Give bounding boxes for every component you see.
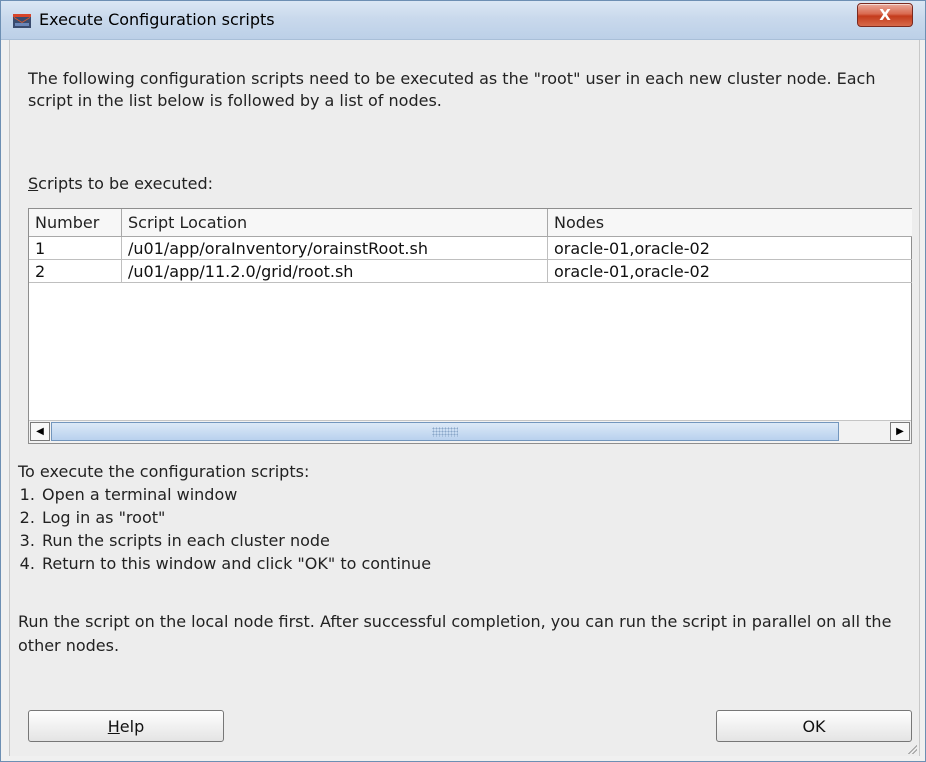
cell-number: 2 (29, 260, 122, 283)
column-header-nodes[interactable]: Nodes (548, 209, 912, 237)
instruction-step: Open a terminal window (40, 483, 898, 506)
instruction-step: Log in as "root" (40, 506, 898, 529)
instructions-steps: Open a terminal window Log in as "root" … (18, 483, 898, 575)
window-title: Execute Configuration scripts (39, 10, 275, 29)
cell-nodes: oracle-01,oracle-02 (548, 237, 912, 260)
instruction-step: Run the scripts in each cluster node (40, 529, 898, 552)
cell-nodes: oracle-01,oracle-02 (548, 260, 912, 283)
help-button[interactable]: Help (28, 710, 224, 742)
arrow-left-icon: ◀ (36, 426, 44, 437)
close-button[interactable]: X (857, 3, 913, 27)
horizontal-scrollbar[interactable]: ◀ ▶ (29, 420, 911, 443)
cell-number: 1 (29, 237, 122, 260)
arrow-right-icon: ▶ (896, 426, 904, 437)
scripts-label-text: cripts to be executed: (38, 174, 214, 193)
scroll-right-button[interactable]: ▶ (890, 422, 910, 441)
dialog-content: The following configuration scripts need… (9, 40, 920, 756)
column-header-number[interactable]: Number (29, 209, 122, 237)
cell-script-location: /u01/app/oraInventory/orainstRoot.sh (122, 237, 548, 260)
ok-button[interactable]: OK (716, 710, 912, 742)
help-button-mnemonic: H (107, 716, 120, 736)
ok-button-label: OK (802, 716, 826, 736)
instruction-step: Return to this window and click "OK" to … (40, 552, 898, 575)
resize-grip-icon[interactable] (907, 744, 917, 754)
title-bar[interactable]: Execute Configuration scripts X (1, 1, 925, 40)
instructions: To execute the configuration scripts: Op… (18, 460, 898, 575)
oracle-installer-icon (13, 13, 31, 28)
scroll-left-button[interactable]: ◀ (30, 422, 50, 441)
scripts-label: Scripts to be executed: (28, 174, 213, 193)
dialog-window: Execute Configuration scripts X The foll… (0, 0, 926, 762)
instructions-heading: To execute the configuration scripts: (18, 462, 310, 481)
table-row[interactable]: 1 /u01/app/oraInventory/orainstRoot.sh o… (29, 237, 912, 260)
scripts-table[interactable]: Number Script Location Nodes 1 /u01/app/… (28, 208, 912, 444)
table-row[interactable]: 2 /u01/app/11.2.0/grid/root.sh oracle-01… (29, 260, 912, 283)
cell-script-location: /u01/app/11.2.0/grid/root.sh (122, 260, 548, 283)
scrollbar-thumb[interactable] (51, 422, 839, 441)
close-icon: X (879, 6, 891, 24)
table-header: Number Script Location Nodes (29, 209, 912, 237)
help-button-label: elp (119, 716, 145, 736)
intro-text: The following configuration scripts need… (28, 69, 876, 110)
note-text: Run the script on the local node first. … (18, 612, 892, 655)
column-header-script-location[interactable]: Script Location (122, 209, 548, 237)
scripts-label-mnemonic: S (28, 174, 39, 193)
grip-icon (432, 427, 458, 437)
